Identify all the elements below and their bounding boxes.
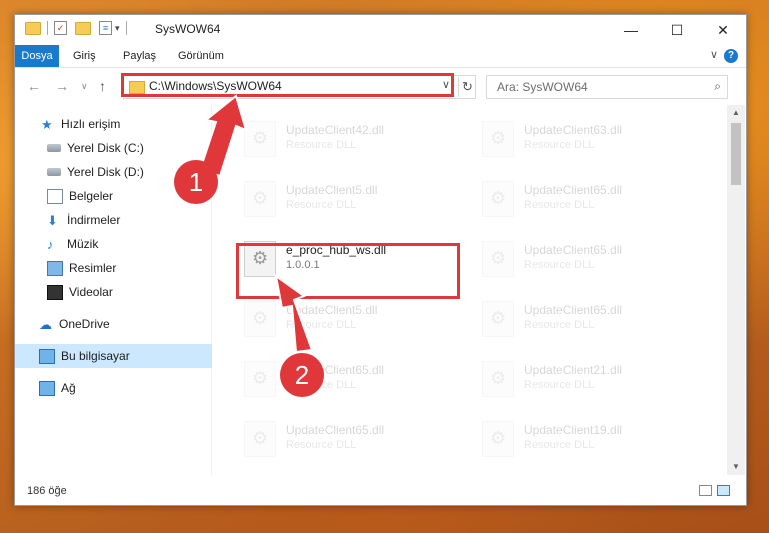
arrow-2-shape (274, 273, 314, 354)
step-1-badge: 1 (174, 160, 218, 204)
step-2-badge: 2 (280, 353, 324, 397)
annotation-arrows (198, 94, 314, 354)
